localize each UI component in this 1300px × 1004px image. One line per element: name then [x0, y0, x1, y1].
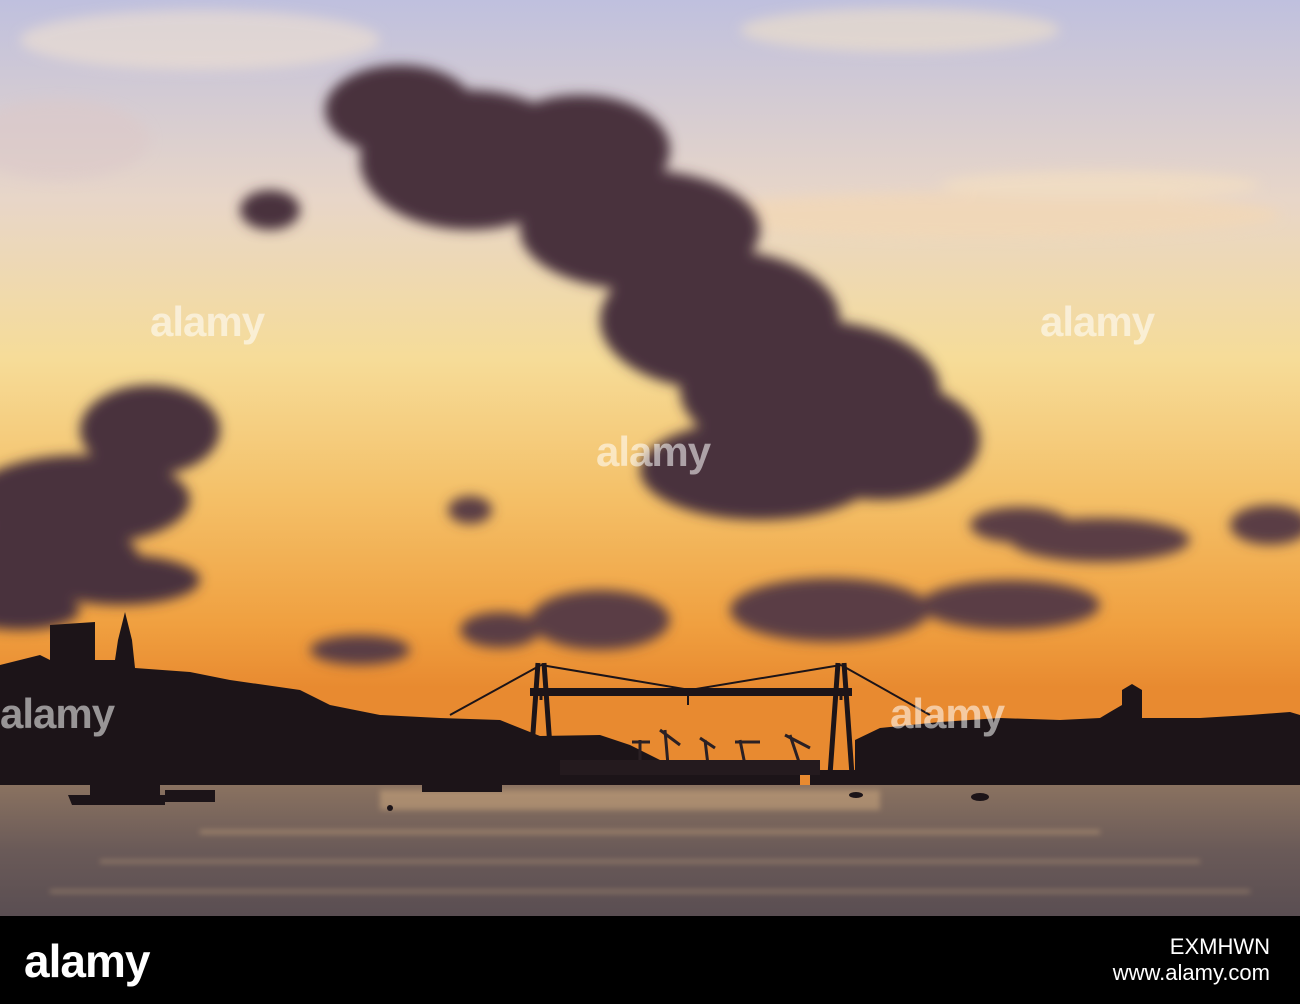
watermark-3: alamy: [596, 428, 711, 475]
footer-meta: EXMHWN www.alamy.com: [1113, 934, 1270, 986]
watermark-2: alamy: [1040, 298, 1155, 345]
port-ground: [560, 760, 820, 775]
watermark-1: alamy: [150, 298, 265, 345]
image-id: EXMHWN: [1169, 934, 1270, 959]
footer-bar: alamy EXMHWN www.alamy.com: [0, 916, 1300, 1004]
stock-photo-frame: alamy alamy alamy alamy alamy alamy EXMH…: [0, 0, 1300, 1004]
watermark-5: alamy: [890, 690, 1005, 737]
site-url[interactable]: www.alamy.com: [1113, 960, 1270, 986]
watermark-4: alamy: [0, 690, 115, 737]
footer-logo: alamy: [24, 935, 150, 987]
